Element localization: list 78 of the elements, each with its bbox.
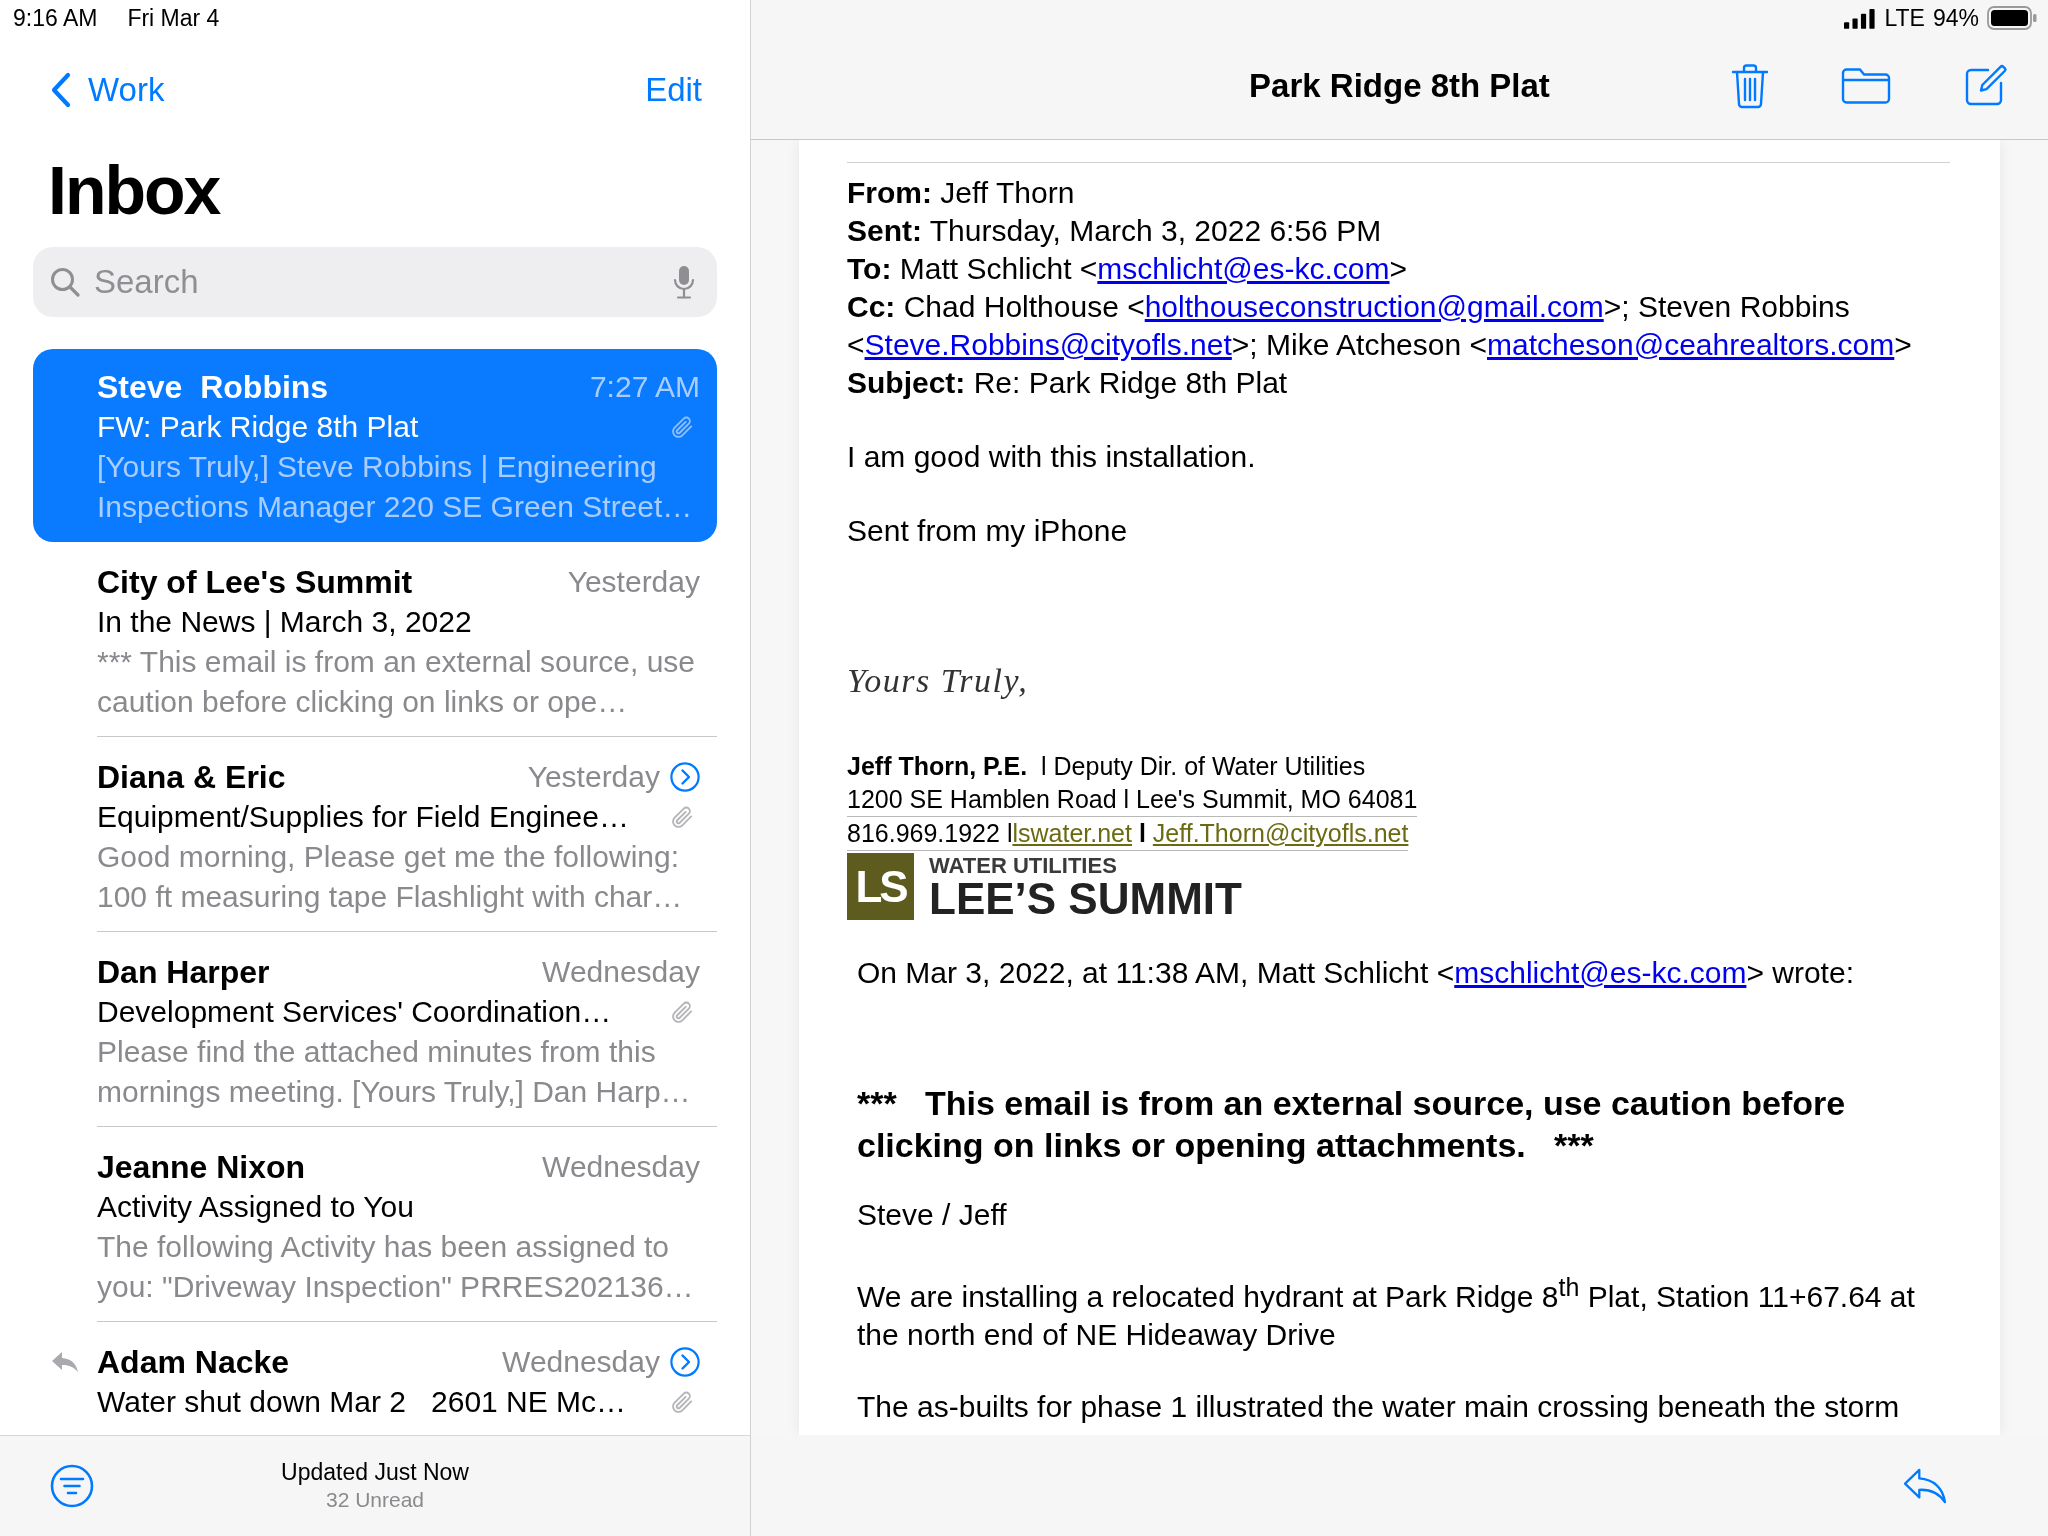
logo-subtitle: WATER UTILITIES [929,853,1118,878]
network-label: LTE [1884,4,1925,32]
message-row[interactable]: Steve Robbins 7:27 AM FW: Park Ridge 8th Plat [Yours Truly,] Steve Robbins | Engineering Inspections Manager 220 SE Green Street… [33,349,717,542]
back-button[interactable]: Work [50,71,165,109]
status-time: 9:16 AM [13,4,98,32]
message-time: Yesterday [567,564,700,600]
edit-button[interactable]: Edit [645,71,702,109]
search-icon [50,267,80,297]
message-subject: FW: Park Ridge 8th Plat [97,409,420,445]
signature-line: 816.969.1922 llswater.net l Jeff.Thorn@cityofls.net [847,817,1409,851]
sender-name: Steve Robbins [97,368,330,407]
logo-mark: LS [847,853,914,920]
signal-icon [1844,7,1877,29]
message-preview: [Yours Truly,] Steve Robbins | Engineering Inspections Manager 220 SE Green Street… [97,449,694,525]
message-preview: The following Activity has been assigned to you: "Driveway Inspection" PRRES202136… [97,1229,695,1305]
email-link[interactable]: Jeff.Thorn@cityofls.net [1152,819,1409,847]
signature-script: Yours Truly, [847,661,1029,701]
mailbox-title: Inbox [48,151,220,230]
message-subject: Equipment/Supplies for Field Enginee… [97,799,630,835]
quoted-text: Steve / Jeff [857,1197,1008,1233]
filter-icon[interactable] [50,1464,94,1508]
message-time: Wednesday [542,954,700,990]
microphone-icon[interactable] [673,265,695,299]
message-time: Wednesday [542,1149,700,1185]
email-link[interactable]: holthouseconstruction@gmail.com [1144,290,1604,323]
reply-icon[interactable] [1902,1466,1948,1505]
logo-title: LEE’S SUMMIT [929,877,1242,920]
message-row[interactable]: Dan Harper Wednesday Development Services' Coordination… Please find the attached minutes from this mornings meeting. [Yours Truly,] Dan Harp… [33,932,717,1127]
warning-text: *** This email is from an external source, use caution before clicking on links or opening attachments. *** [857,1083,1847,1166]
battery-icon [1987,6,2037,30]
folder-icon[interactable] [1841,67,1891,105]
update-status: Updated Just Now [281,1458,469,1486]
quoted-text: On Mar 3, 2022, at 11:38 AM, Matt Schlicht <mschlicht@es-kc.com> wrote: [857,955,1855,991]
sender-name: Dan Harper [97,953,271,992]
message-subject: Development Services' Coordination… [97,994,613,1030]
message-time: Wednesday [502,1344,660,1380]
chevron-circle-icon[interactable] [670,762,700,792]
sender-name: City of Lee's Summit [97,563,414,602]
quoted-text: We are installing a relocated hydrant at Park Ridge 8$^{th}$ Plat, Station 11+67.64 at the north end of NE Hideaway Drive [857,1272,1916,1353]
body-text: I am good with this installation. [847,439,1257,475]
header-line: Cc: Chad Holthouse <holthouseconstruction@gmail.com>; Steven Robbins <Steve.Robbins@cityofls.net>; Mike Atcheson <matcheson@ceahrealtors.com> [847,289,1913,363]
message-title: Park Ridge 8th Plat [1249,67,1550,105]
message-row[interactable]: Jeanne Nixon Wednesday Activity Assigned to You The following Activity has been assigned to you: "Driveway Inspection" PRRES202136… [33,1127,717,1322]
email-link[interactable]: matcheson@ceahrealtors.com [1487,328,1895,361]
quoted-text: The as-builts for phase 1 illustrated the water main crossing beneath the storm [857,1389,1901,1425]
sender-name: Adam Nacke [97,1343,291,1382]
email-link[interactable]: mschlicht@es-kc.com [1097,252,1390,285]
message-row[interactable]: City of Lee's Summit Yesterday In the News | March 3, 2022 *** This email is from an external source, use caution before clicking on links or ope… [33,542,717,737]
compose-icon[interactable] [1963,64,2007,108]
chevron-left-icon [50,72,72,108]
status-date: Fri Mar 4 [127,4,220,32]
signature-line: 1200 SE Hamblen Road l Lee's Summit, MO 64081 [847,783,1418,817]
search-field[interactable]: Search [33,247,717,317]
sender-name: Jeanne Nixon [97,1148,307,1187]
message-subject: In the News | March 3, 2022 [97,604,473,640]
message-subject: Activity Assigned to You [97,1189,415,1225]
website-link[interactable]: lswater.net [1012,819,1132,847]
unread-count: 32 Unread [325,1487,425,1513]
chevron-circle-icon[interactable] [670,1347,700,1377]
body-text: Sent from my iPhone [847,513,1129,549]
header-line: Subject: Re: Park Ridge 8th Plat [847,365,1289,401]
message-preview: Good morning, Please get me the following: 100 ft measuring tape Flashlight with char… [97,839,684,915]
message-preview: *** This email is from an external source, use caution before clicking on links or ope… [97,644,697,720]
signature-line: Jeff Thorn, P.E. l Deputy Dir. of Water Utilities [847,751,1366,782]
trash-icon[interactable] [1731,63,1769,109]
header-line: To: Matt Schlicht <mschlicht@es-kc.com> [847,251,1409,287]
sender-name: Diana & Eric [97,758,287,797]
message-preview: Please find the attached minutes from this mornings meeting. [Yours Truly,] Dan Harp… [97,1034,692,1110]
message-time: 7:27 AM [589,369,700,405]
header-line: Sent: Thursday, March 3, 2022 6:56 PM [847,213,1383,249]
message-time: Yesterday [527,759,660,795]
message-row[interactable]: Diana & Eric Yesterday Equipment/Supplies for Field Enginee… Good morning, Please get me the following: 100 ft measuring tape Flashlight with char… [33,737,717,932]
battery-percent: 94% [1932,4,1979,32]
search-input[interactable]: Search [94,263,659,301]
message-subject: Water shut down Mar 2 2601 NE Mc… [97,1384,628,1420]
email-link[interactable]: Steve.Robbins@cityofls.net [864,328,1232,361]
header-line: From: Jeff Thorn [847,175,1076,211]
email-link[interactable]: mschlicht@es-kc.com [1454,956,1747,989]
